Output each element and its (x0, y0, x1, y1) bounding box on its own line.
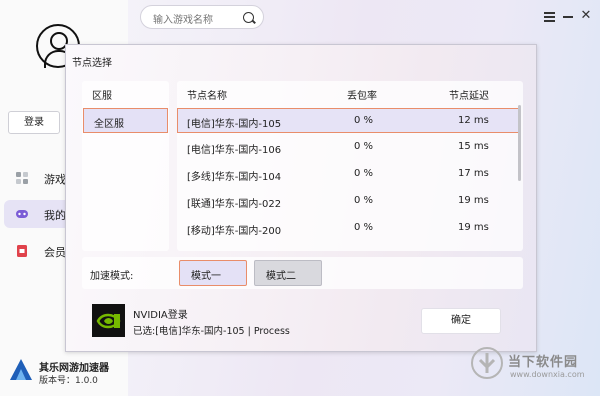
node-loss: 0 % (354, 195, 374, 206)
watermark-url: www.downxia.com (510, 370, 585, 379)
node-loss: 0 % (354, 222, 374, 233)
app-name: 其乐网游加速器 (39, 363, 109, 374)
node-loss: 0 % (354, 115, 374, 126)
node-delay: 19 ms (458, 222, 489, 233)
region-item-all[interactable]: 全区服 (83, 108, 168, 133)
scrollbar[interactable] (518, 105, 521, 181)
table-row[interactable]: [电信]华东-国内-106 0 % 15 ms (177, 135, 521, 160)
region-item-label: 全区服 (94, 119, 124, 130)
node-delay: 15 ms (458, 141, 489, 152)
dialog-title: 节点选择 (72, 58, 112, 69)
watermark-name: 当下软件园 (508, 355, 579, 370)
sidebar-item-label: 游戏 (44, 173, 66, 186)
table-row[interactable]: [电信]华东-国内-105 0 % 12 ms (177, 108, 521, 133)
node-delay: 19 ms (458, 195, 489, 206)
column-header-delay: 节点延迟 (449, 91, 489, 102)
mode-one-button[interactable]: 模式一 (179, 260, 247, 286)
column-header-name: 节点名称 (187, 91, 227, 102)
app-logo-icon (10, 359, 32, 380)
selected-node-info: 已选:[电信]华东-国内-105 | Process (133, 326, 290, 337)
close-icon[interactable]: ✕ (580, 9, 592, 22)
node-select-dialog: 节点选择 区服 全区服 节点名称 丢包率 节点延迟 [电信]华东-国内-105 … (65, 44, 537, 352)
sidebar-item-label: 会员 (44, 246, 66, 259)
table-row[interactable]: [移动]华东-国内-200 0 % 19 ms (177, 216, 521, 241)
confirm-button[interactable]: 确定 (421, 308, 501, 334)
node-loss: 0 % (354, 168, 374, 179)
app-version: 版本号：1.0.0 (39, 376, 98, 386)
menu-icon[interactable] (544, 12, 555, 22)
node-table: 节点名称 丢包率 节点延迟 [电信]华东-国内-105 0 % 12 ms [电… (177, 81, 523, 251)
vip-icon (17, 245, 27, 257)
mode-bar: 加速模式: 模式一 模式二 (82, 257, 523, 289)
search-input[interactable]: 输入游戏名称 (140, 5, 264, 29)
mode-label: 加速模式: (90, 271, 134, 282)
login-button[interactable]: 登录 (8, 111, 60, 134)
column-header-loss: 丢包率 (347, 91, 377, 102)
table-row[interactable]: [联通]华东-国内-022 0 % 19 ms (177, 189, 521, 214)
gamepad-icon (16, 210, 28, 218)
node-delay: 12 ms (458, 115, 489, 126)
sidebar-item-label: 我的 (44, 209, 66, 222)
region-list: 区服 全区服 (82, 81, 169, 251)
mode-two-button[interactable]: 模式二 (254, 260, 322, 286)
minimize-icon[interactable] (563, 16, 573, 18)
nvidia-logo-icon (92, 304, 125, 337)
table-row[interactable]: [多线]华东-国内-104 0 % 17 ms (177, 162, 521, 187)
search-icon[interactable] (243, 12, 254, 23)
node-delay: 17 ms (458, 168, 489, 179)
node-loss: 0 % (354, 141, 374, 152)
region-header: 区服 (92, 91, 112, 102)
node-name: [移动]华东-国内-200 (187, 226, 282, 237)
node-name: [多线]华东-国内-104 (187, 172, 282, 183)
search-placeholder: 输入游戏名称 (153, 15, 213, 26)
node-name: [电信]华东-国内-106 (187, 145, 282, 156)
node-name: [电信]华东-国内-105 (187, 119, 282, 130)
game-name: NVIDIA登录 (133, 310, 188, 321)
node-name: [联通]华东-国内-022 (187, 199, 282, 210)
watermark-logo-icon (471, 347, 503, 379)
games-grid-icon (16, 172, 28, 184)
